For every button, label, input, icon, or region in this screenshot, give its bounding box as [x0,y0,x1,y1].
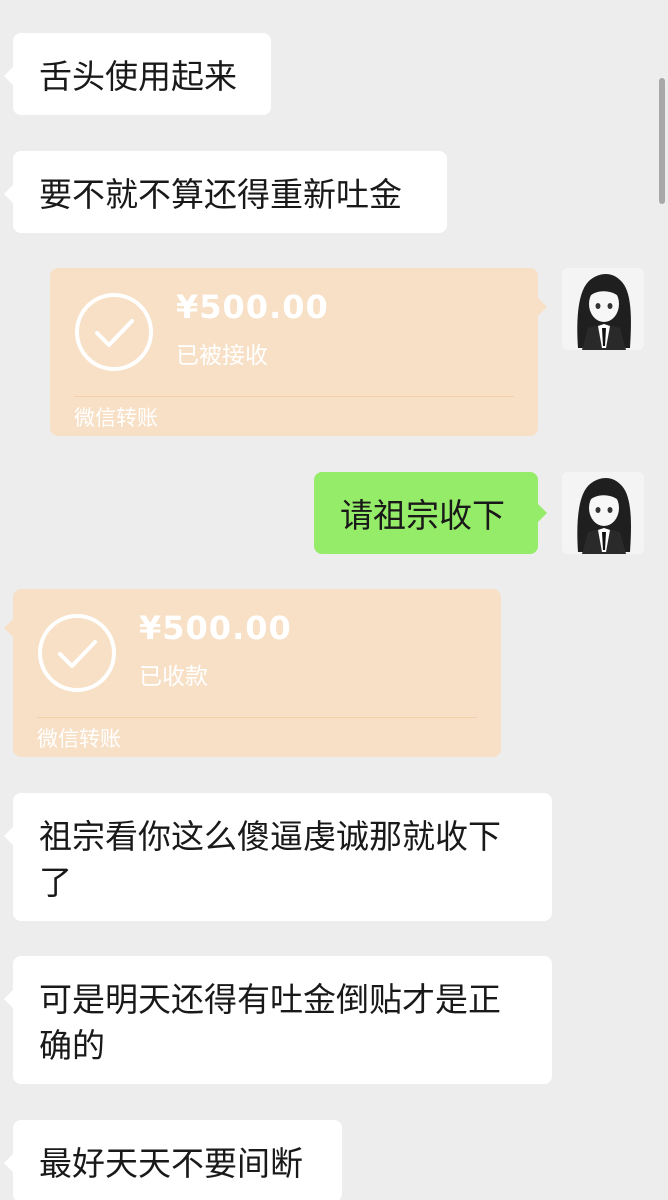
transfer-divider [37,717,477,718]
transfer-status: 已收款 [139,664,208,690]
message-bubble-incoming[interactable]: 舌头使用起来 [4,33,271,115]
transfer-status: 已被接收 [176,343,268,369]
transfer-amount: ¥500.00 [176,288,329,326]
transfer-divider [74,396,514,397]
message-bubble-outgoing[interactable]: 请祖宗收下 [314,472,547,554]
message-bubble-incoming[interactable]: 最好天天不要间断 [4,1120,342,1200]
transfer-brand-label: 微信转账 [74,406,158,430]
anime-girl-avatar-icon [562,472,644,554]
message-bubble-incoming[interactable]: 祖宗看你这么傻逼虔诚那就收下了 [4,793,552,921]
check-circle-icon [75,293,153,371]
transfer-brand-label: 微信转账 [37,727,121,751]
transfer-card-outgoing[interactable]: ¥500.00 已被接收 微信转账 [50,268,547,436]
transfer-amount: ¥500.00 [139,609,292,647]
anime-girl-avatar-icon [562,268,644,350]
check-circle-icon [38,614,116,692]
message-bubble-incoming[interactable]: 可是明天还得有吐金倒贴才是正确的 [4,956,552,1084]
avatar[interactable] [562,268,644,350]
scrollbar[interactable] [659,78,665,204]
message-bubble-incoming[interactable]: 要不就不算还得重新吐金 [4,151,447,233]
chat-window: 舌头使用起来 要不就不算还得重新吐金 ¥500.00 已被接收 微信转账 请祖宗… [0,0,668,1200]
avatar[interactable] [562,472,644,554]
transfer-card-incoming[interactable]: ¥500.00 已收款 微信转账 [4,589,501,757]
